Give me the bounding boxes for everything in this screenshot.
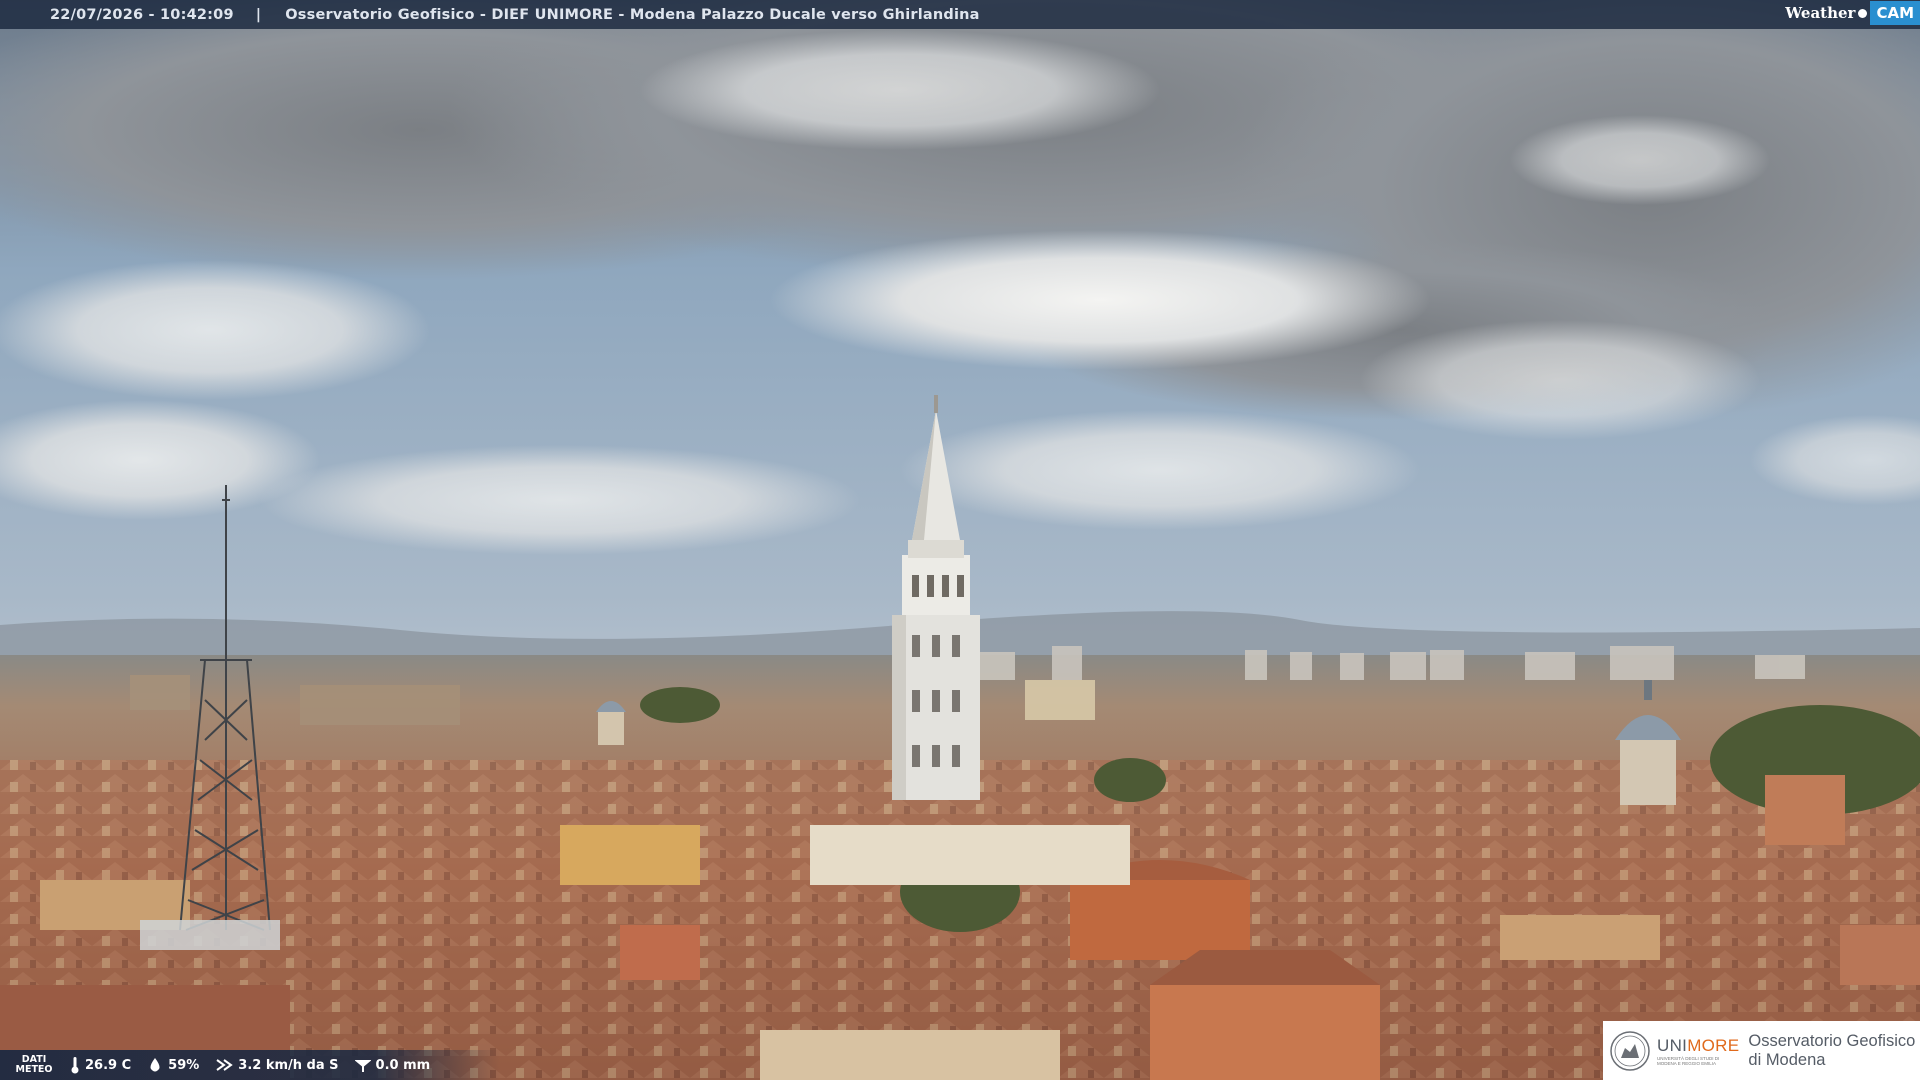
weather-label-line2: METEO <box>15 1064 53 1075</box>
weathercam-logo: Weather CAM <box>1779 0 1920 26</box>
weathercam-logo-word: Weather <box>1785 4 1856 22</box>
weathercam-logo-cam: CAM <box>1870 1 1920 25</box>
thermometer-icon <box>71 1057 79 1074</box>
camera-info-bar: 22/07/2026 - 10:42:09 | Osservatorio Geo… <box>0 0 1920 29</box>
wind-reading: 3.2 km/h da S <box>215 1057 339 1073</box>
unimore-wordmark: UNIMORE <box>1657 1036 1739 1056</box>
humidity-value: 59% <box>168 1057 200 1073</box>
unimore-logo-box: UNIMORE UNIVERSITÀ DEGLI STUDI DI MODENA… <box>1603 1021 1920 1080</box>
brand-prefix: UNI <box>1657 1035 1688 1055</box>
unimore-brand: UNIMORE UNIVERSITÀ DEGLI STUDI DI MODENA… <box>1657 1036 1739 1066</box>
rain-gauge-icon <box>354 1060 371 1072</box>
camera-title: Osservatorio Geofisico - DIEF UNIMORE - … <box>285 6 980 23</box>
unimore-subtitle: UNIVERSITÀ DEGLI STUDI DI MODENA E REGGI… <box>1657 1055 1720 1066</box>
observatory-line1: Osservatorio Geofisico <box>1748 1031 1916 1050</box>
webcam-photo <box>0 0 1920 1080</box>
rain-reading: 0.0 mm <box>354 1057 431 1073</box>
humidity-reading: 59% <box>147 1057 199 1073</box>
wind-icon <box>216 1059 234 1071</box>
weather-label: DATI METEO <box>14 1055 54 1075</box>
observatory-line2: di Modena <box>1748 1050 1826 1069</box>
weather-data-strip: DATI METEO 26.9 C 59% 3.2 km/h da S 0.0 … <box>0 1050 500 1080</box>
university-seal-icon <box>1610 1030 1650 1071</box>
observatory-name: Osservatorio Geofisico di Modena <box>1748 1032 1915 1070</box>
humidity-drop-icon <box>150 1058 160 1072</box>
brand-suffix: MORE <box>1687 1035 1740 1055</box>
temperature-value: 26.9 C <box>85 1057 132 1073</box>
weathercam-logo-dot <box>1858 8 1868 18</box>
temperature-reading: 26.9 C <box>70 1056 131 1074</box>
rain-value: 0.0 mm <box>375 1057 431 1073</box>
wind-value: 3.2 km/h da S <box>238 1057 339 1073</box>
timestamp: 22/07/2026 - 10:42:09 <box>50 6 234 23</box>
separator: | <box>255 6 262 23</box>
